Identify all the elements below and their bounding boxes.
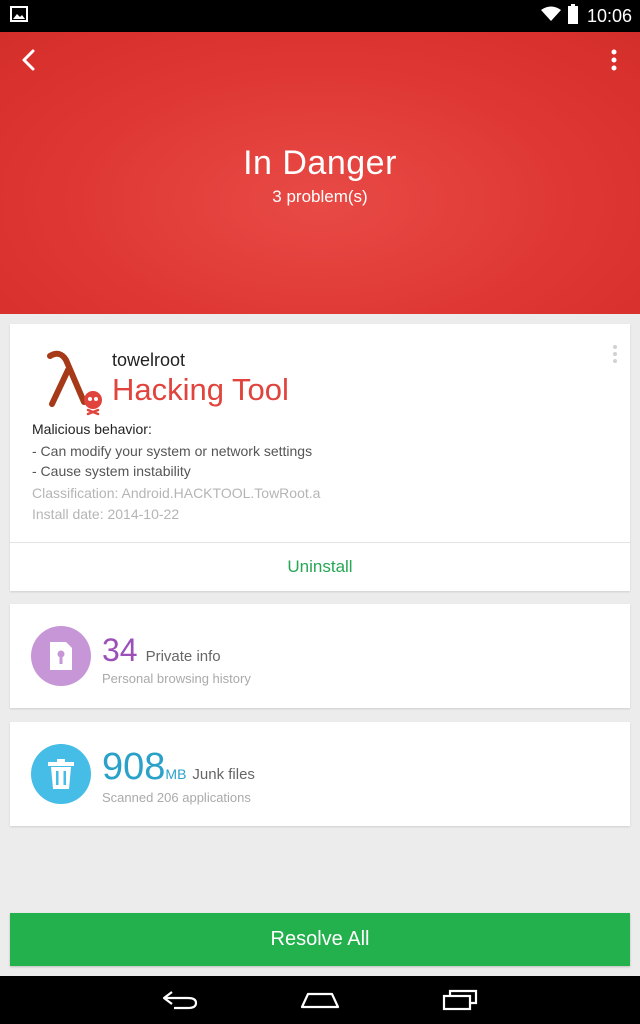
behavior-item: - Can modify your system or network sett… <box>32 443 313 459</box>
junk-detail: Scanned 206 applications <box>102 790 251 805</box>
page-title: In Danger <box>243 144 397 182</box>
resolve-all-button[interactable]: Resolve All <box>10 913 630 966</box>
lock-file-icon <box>50 642 72 670</box>
junk-summary: 908 MB Junk files <box>102 746 255 789</box>
privacy-count: 34 <box>102 632 138 668</box>
status-left <box>10 5 28 27</box>
nav-recents-button[interactable] <box>390 976 530 1024</box>
threat-card: towelroot Hacking Tool Malicious behavio… <box>10 324 630 591</box>
trash-icon <box>48 759 74 789</box>
status-bar: 10:06 <box>0 0 640 32</box>
junk-unit: MB <box>165 766 187 782</box>
problem-count: 3 problem(s) <box>272 187 368 206</box>
more-vert-icon <box>611 49 617 71</box>
status-time: 10:06 <box>586 5 632 26</box>
back-button[interactable] <box>14 44 46 76</box>
lambda-icon <box>47 350 102 416</box>
status-right: 10:06 <box>540 3 632 29</box>
nav-home-button[interactable] <box>250 976 390 1024</box>
threat-app-name: towelroot <box>112 350 186 370</box>
wifi-icon <box>540 6 561 27</box>
privacy-icon-circle <box>31 626 91 686</box>
danger-header: In Danger 3 problem(s) <box>0 32 640 314</box>
classification-text: Classification: Android.HACKTOOL.TowRoot… <box>32 485 321 501</box>
recents-icon <box>442 989 478 1011</box>
home-icon <box>300 992 340 1009</box>
more-vert-icon <box>613 345 617 363</box>
privacy-summary: 34 Private info <box>102 632 221 669</box>
navigation-bar <box>0 976 640 1024</box>
chevron-left-icon <box>22 49 35 71</box>
battery-icon <box>567 3 579 29</box>
behavior-heading: Malicious behavior: <box>32 421 152 437</box>
behavior-item: - Cause system instability <box>32 463 191 479</box>
junk-label: Junk files <box>192 766 255 783</box>
behavior-list: - Can modify your system or network sett… <box>32 441 312 481</box>
junk-icon-circle <box>31 744 91 804</box>
privacy-detail: Personal browsing history <box>102 671 251 686</box>
junk-card[interactable]: 908 MB Junk files Scanned 206 applicatio… <box>10 722 630 826</box>
back-icon <box>162 991 198 1010</box>
threat-type: Hacking Tool <box>112 372 289 407</box>
image-notification-icon <box>10 5 28 27</box>
nav-back-button[interactable] <box>110 976 250 1024</box>
privacy-card[interactable]: 34 Private info Personal browsing histor… <box>10 604 630 708</box>
uninstall-button[interactable]: Uninstall <box>10 543 630 591</box>
overflow-menu-button[interactable] <box>602 44 626 76</box>
junk-size: 908 <box>102 746 166 788</box>
install-date-text: Install date: 2014-10-22 <box>32 506 180 522</box>
privacy-label: Private info <box>145 648 221 665</box>
threat-app-icon <box>46 348 106 418</box>
card-menu-button[interactable] <box>608 342 622 366</box>
